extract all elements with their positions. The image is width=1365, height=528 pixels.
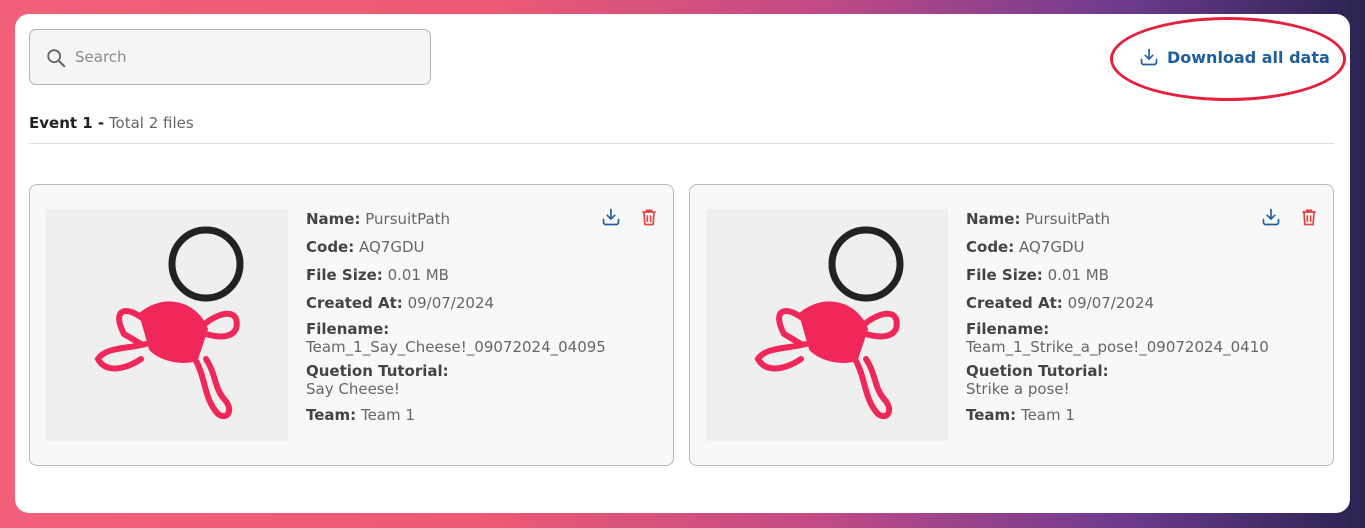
event-header: Event 1 - Total 2 files: [29, 114, 194, 132]
file-filename: Team_1_Say_Cheese!_09072024_04095: [306, 338, 606, 356]
download-icon[interactable]: [601, 207, 621, 227]
file-code-row: Code: AQ7GDU: [306, 238, 425, 256]
file-created-at: 09/07/2024: [407, 294, 495, 312]
file-thumbnail: [706, 209, 948, 441]
file-created-row: Created At: 09/07/2024: [306, 294, 495, 312]
file-created-at: 09/07/2024: [1067, 294, 1155, 312]
download-all-button[interactable]: Download all data: [1139, 45, 1330, 69]
file-team-row: Team: Team 1: [306, 406, 415, 424]
file-created-row: Created At: 09/07/2024: [966, 294, 1155, 312]
file-question-row: Quetion Tutorial: Strike a pose!: [966, 362, 1321, 398]
event-total: Total 2 files: [108, 114, 194, 132]
trash-icon[interactable]: [639, 207, 659, 227]
file-info: Name: PursuitPath Code: AQ7GDU File Size…: [966, 208, 1321, 432]
file-code: AQ7GDU: [359, 238, 425, 256]
divider: [29, 143, 1334, 144]
runner-icon: [94, 226, 244, 420]
file-filename-row: Filename: Team_1_Strike_a_pose!_09072024_…: [966, 320, 1321, 356]
file-size-row: File Size: 0.01 MB: [306, 266, 449, 284]
search-box[interactable]: [29, 29, 431, 85]
file-actions: [601, 207, 659, 227]
download-icon: [1140, 48, 1158, 66]
runner-icon: [754, 226, 904, 420]
file-team: Team 1: [1020, 406, 1075, 424]
file-card: Name: PursuitPath Code: AQ7GDU File Size…: [689, 184, 1334, 466]
event-name: Event 1 -: [29, 114, 105, 132]
file-thumbnail: [46, 209, 288, 441]
file-size: 0.01 MB: [1047, 266, 1109, 284]
file-question: Strike a pose!: [966, 380, 1070, 398]
file-size: 0.01 MB: [387, 266, 449, 284]
file-name: PursuitPath: [1025, 210, 1111, 228]
file-question-row: Quetion Tutorial: Say Cheese!: [306, 362, 661, 398]
download-icon[interactable]: [1261, 207, 1281, 227]
file-info: Name: PursuitPath Code: AQ7GDU File Size…: [306, 208, 661, 432]
file-filename-row: Filename: Team_1_Say_Cheese!_09072024_040…: [306, 320, 661, 356]
file-question: Say Cheese!: [306, 380, 400, 398]
search-icon: [47, 49, 66, 68]
download-all-label: Download all data: [1167, 47, 1330, 67]
file-code: AQ7GDU: [1019, 238, 1085, 256]
files-panel: Download all data Event 1 - Total 2 file…: [15, 14, 1350, 513]
file-code-row: Code: AQ7GDU: [966, 238, 1085, 256]
search-input[interactable]: [75, 42, 415, 72]
file-filename: Team_1_Strike_a_pose!_09072024_0410: [966, 338, 1269, 356]
file-name: PursuitPath: [365, 210, 451, 228]
file-card: Name: PursuitPath Code: AQ7GDU File Size…: [29, 184, 674, 466]
file-size-row: File Size: 0.01 MB: [966, 266, 1109, 284]
file-actions: [1261, 207, 1319, 227]
file-team-row: Team: Team 1: [966, 406, 1075, 424]
trash-icon[interactable]: [1299, 207, 1319, 227]
file-team: Team 1: [360, 406, 415, 424]
